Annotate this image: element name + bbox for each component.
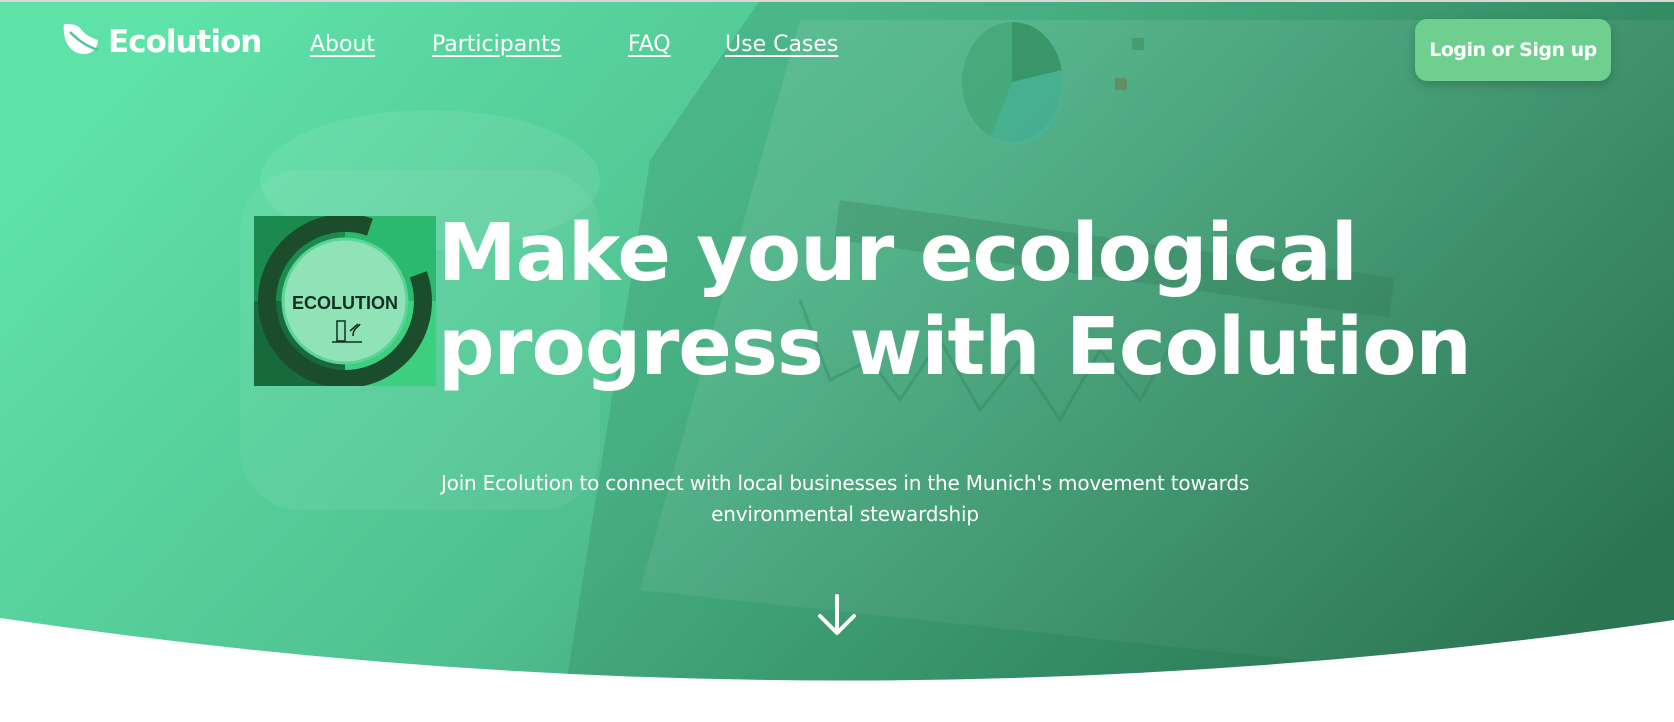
hero-section: Ecolution About Participants FAQ Use Cas… bbox=[0, 0, 1674, 722]
nav-about-link[interactable]: About bbox=[310, 32, 375, 57]
hero-headline-line2: progress with Ecolution bbox=[438, 301, 1472, 393]
hero-subtitle: Join Ecolution to connect with local bus… bbox=[420, 468, 1270, 530]
arrow-down-icon[interactable] bbox=[814, 592, 860, 642]
leaf-icon bbox=[60, 22, 100, 62]
nav-faq-link[interactable]: FAQ bbox=[628, 32, 671, 57]
nav-use-cases-link[interactable]: Use Cases bbox=[725, 32, 838, 57]
top-border bbox=[0, 0, 1674, 2]
logo-text: ECOLUTION bbox=[292, 293, 398, 313]
hero-subtitle-line2: environmental stewardship bbox=[711, 502, 979, 526]
brand-name: Ecolution bbox=[108, 24, 262, 60]
nav-participants-link[interactable]: Participants bbox=[432, 32, 561, 57]
ecolution-logo-badge: ECOLUTION bbox=[254, 214, 436, 388]
hero-subtitle-line1: Join Ecolution to connect with local bus… bbox=[440, 471, 1250, 495]
login-signup-button[interactable]: Login or Sign up bbox=[1415, 19, 1611, 81]
brand[interactable]: Ecolution bbox=[60, 22, 262, 62]
hero-headline-line1: Make your ecological bbox=[438, 207, 1358, 299]
hero-headline: Make your ecological progress with Ecolu… bbox=[438, 206, 1472, 394]
